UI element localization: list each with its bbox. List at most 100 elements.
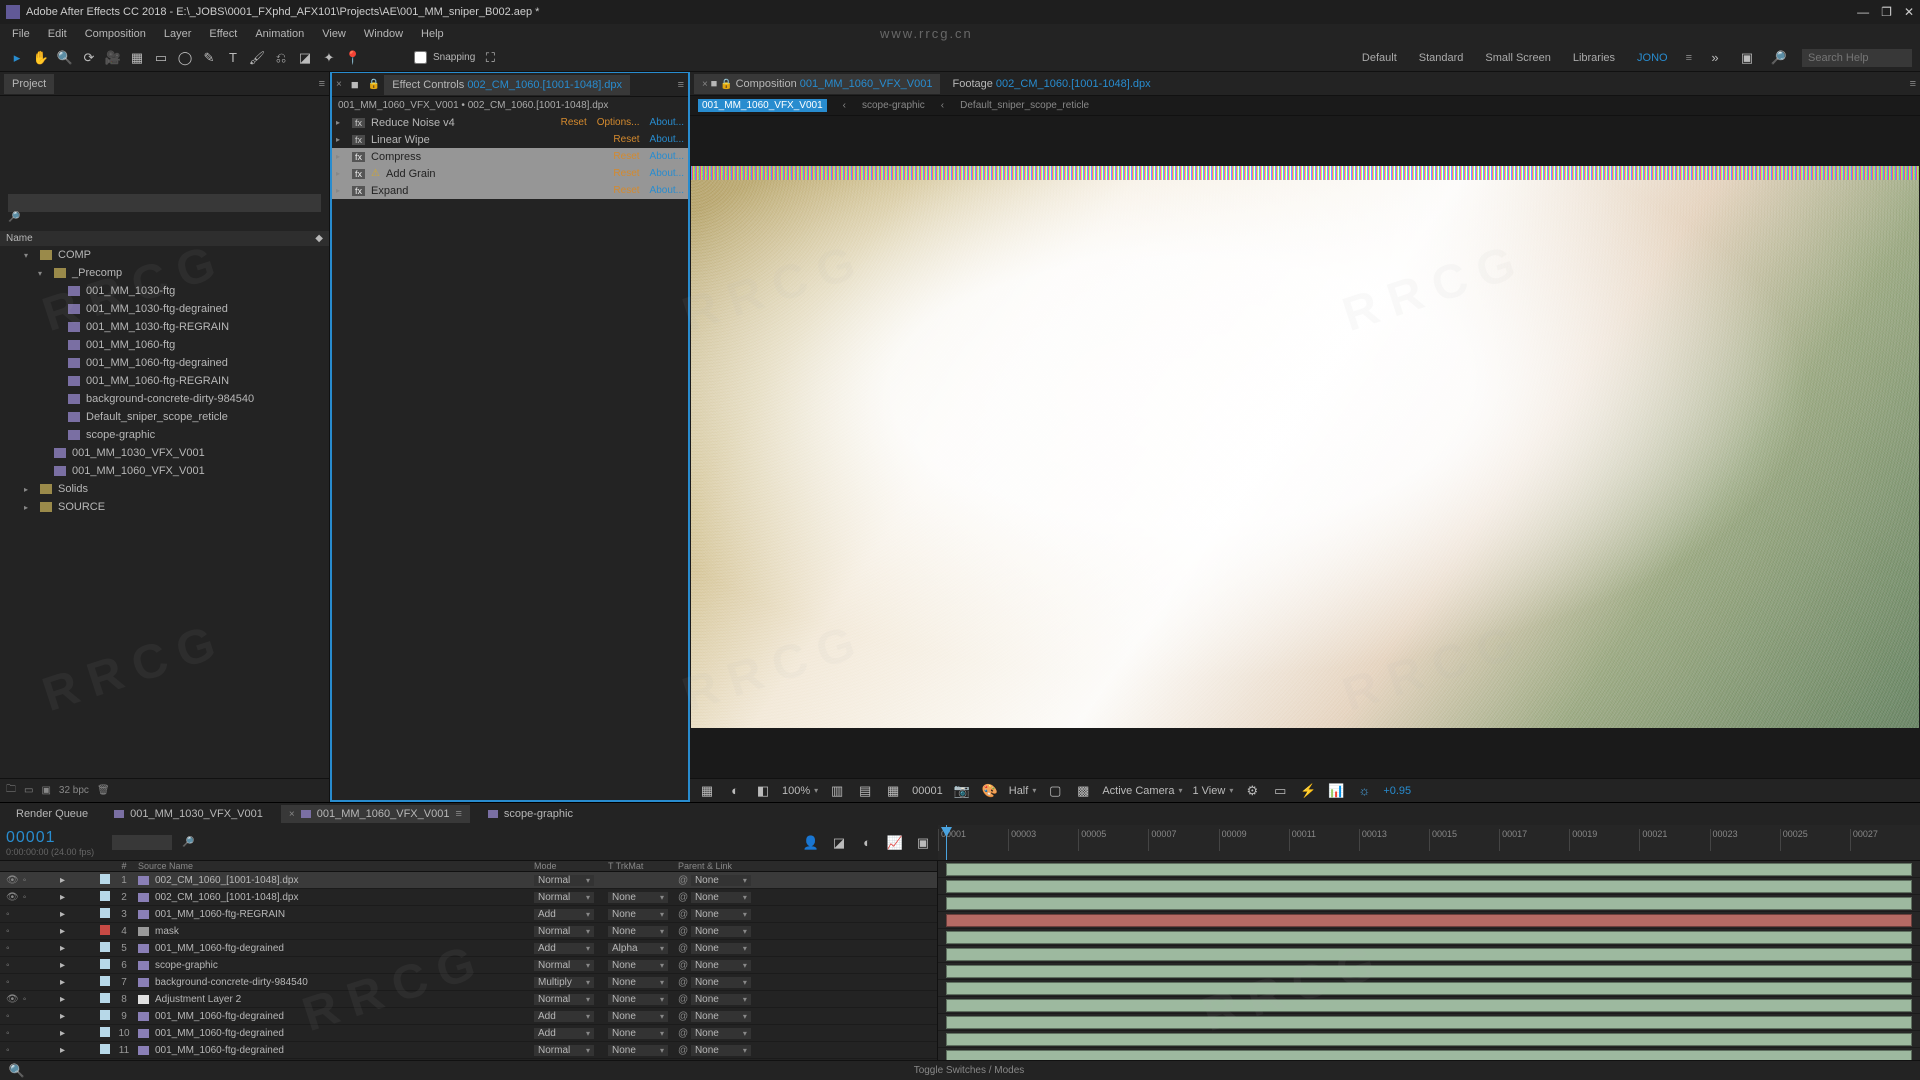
trkmat-dropdown[interactable]: Alpha▾ bbox=[608, 943, 668, 954]
project-item[interactable]: background-concrete-dirty-984540 bbox=[0, 390, 329, 408]
layer-row[interactable]: ◦▸4maskNormal▾None▾@ None▾ bbox=[0, 923, 937, 940]
exposure-icon[interactable]: ☼ bbox=[1355, 782, 1373, 800]
project-item[interactable]: 001_MM_1060_VFX_V001 bbox=[0, 462, 329, 480]
twirl-icon[interactable]: ▸ bbox=[60, 943, 65, 954]
workspace-jono[interactable]: JONO bbox=[1633, 52, 1672, 64]
track-row[interactable] bbox=[938, 997, 1920, 1014]
parent-dropdown[interactable]: None▾ bbox=[691, 977, 751, 988]
layer-row[interactable]: ◦▸3001_MM_1060-ftg-REGRAINAdd▾None▾@ Non… bbox=[0, 906, 937, 923]
effect-about[interactable]: About... bbox=[650, 168, 684, 179]
pickwhip-icon[interactable]: @ bbox=[678, 875, 688, 886]
solo-icon[interactable]: ◦ bbox=[6, 1045, 10, 1056]
comp-tab-lock-icon[interactable]: 🔒 bbox=[720, 79, 735, 90]
layer-row[interactable]: ◦▸9001_MM_1060-ftg-degrainedAdd▾None▾@ N… bbox=[0, 1008, 937, 1025]
trkmat-dropdown[interactable]: None▾ bbox=[608, 1045, 668, 1056]
sync-settings-icon[interactable]: ▣ bbox=[1738, 49, 1756, 67]
graph-editor-icon[interactable]: 📈 bbox=[886, 834, 904, 852]
transparency-icon[interactable]: ▩ bbox=[1074, 782, 1092, 800]
menu-edit[interactable]: Edit bbox=[40, 26, 75, 42]
layer-bar[interactable] bbox=[946, 897, 1912, 910]
solo-icon[interactable]: ◦ bbox=[23, 892, 27, 903]
project-item[interactable]: 001_MM_1060-ftg-REGRAIN bbox=[0, 372, 329, 390]
trkmat-dropdown[interactable]: None▾ bbox=[608, 960, 668, 971]
timeline-tracks[interactable] bbox=[938, 861, 1920, 1060]
effect-about[interactable]: About... bbox=[650, 185, 684, 196]
mask-toggle-icon[interactable]: ◧ bbox=[754, 782, 772, 800]
project-tab[interactable]: Project bbox=[4, 74, 54, 94]
parent-dropdown[interactable]: None▾ bbox=[691, 1045, 751, 1056]
solo-icon[interactable]: ◦ bbox=[6, 977, 10, 988]
comp-tab-snapshot-icon[interactable]: ■ bbox=[711, 78, 721, 90]
trkmat-dropdown[interactable]: None▾ bbox=[608, 1028, 668, 1039]
project-tree[interactable]: ▾COMP▾_Precomp001_MM_1030-ftg001_MM_1030… bbox=[0, 246, 329, 778]
effect-row[interactable]: ▸fxExpandResetAbout... bbox=[332, 182, 688, 199]
roto-tool-icon[interactable]: ✦ bbox=[320, 49, 338, 67]
menu-layer[interactable]: Layer bbox=[156, 26, 200, 42]
timeline-tab[interactable]: 001_MM_1030_VFX_V001 bbox=[106, 805, 271, 823]
blend-mode-dropdown[interactable]: Add▾ bbox=[534, 1011, 594, 1022]
layer-row[interactable]: 👁◦▸1002_CM_1060_[1001-1048].dpxNormal▾@ … bbox=[0, 872, 937, 889]
parent-dropdown[interactable]: None▾ bbox=[691, 1028, 751, 1039]
trkmat-dropdown[interactable]: None▾ bbox=[608, 1011, 668, 1022]
track-row[interactable] bbox=[938, 1014, 1920, 1031]
layer-row[interactable]: ◦▸6scope-graphicNormal▾None▾@ None▾ bbox=[0, 957, 937, 974]
project-item[interactable]: ▸Solids bbox=[0, 480, 329, 498]
layer-bar[interactable] bbox=[946, 1050, 1912, 1060]
pickwhip-icon[interactable]: @ bbox=[678, 1011, 688, 1022]
label-color[interactable] bbox=[100, 908, 110, 918]
menu-animation[interactable]: Animation bbox=[247, 26, 312, 42]
trkmat-dropdown[interactable]: None▾ bbox=[608, 926, 668, 937]
effect-panel-menu-icon[interactable]: ≡ bbox=[678, 79, 684, 91]
layer-bar[interactable] bbox=[946, 982, 1912, 995]
layer-bar[interactable] bbox=[946, 1016, 1912, 1029]
pan-behind-tool-icon[interactable]: ▦ bbox=[128, 49, 146, 67]
solo-icon[interactable]: ◦ bbox=[6, 960, 10, 971]
label-color[interactable] bbox=[100, 976, 110, 986]
blend-mode-dropdown[interactable]: Multiply▾ bbox=[534, 977, 594, 988]
track-row[interactable] bbox=[938, 946, 1920, 963]
fast-preview-icon[interactable]: ⚡ bbox=[1299, 782, 1317, 800]
twirl-icon[interactable]: ▸ bbox=[60, 1011, 65, 1022]
col-mode[interactable]: Mode bbox=[534, 861, 608, 871]
layer-row[interactable]: ◦▸10001_MM_1060-ftg-degrainedAdd▾None▾@ … bbox=[0, 1025, 937, 1042]
effect-row[interactable]: ▸fxLinear WipeResetAbout... bbox=[332, 131, 688, 148]
twirl-icon[interactable]: ▸ bbox=[60, 960, 65, 971]
layer-bar[interactable] bbox=[946, 965, 1912, 978]
workspace-libraries[interactable]: Libraries bbox=[1569, 52, 1619, 64]
ellipse-tool-icon[interactable]: ◯ bbox=[176, 49, 194, 67]
delete-icon[interactable]: 🗑 bbox=[97, 785, 110, 796]
roi-icon[interactable]: ▢ bbox=[1046, 782, 1064, 800]
parent-dropdown[interactable]: None▾ bbox=[691, 943, 751, 954]
effect-reset[interactable]: Reset bbox=[613, 168, 639, 179]
menu-effect[interactable]: Effect bbox=[201, 26, 245, 42]
parent-dropdown[interactable]: None▾ bbox=[691, 926, 751, 937]
label-color[interactable] bbox=[100, 1010, 110, 1020]
solo-icon[interactable]: ◦ bbox=[6, 1011, 10, 1022]
search-help-input[interactable] bbox=[1802, 49, 1912, 67]
project-item[interactable]: scope-graphic bbox=[0, 426, 329, 444]
comp-tab[interactable]: Footage 002_CM_1060.[1001-1048].dpx bbox=[944, 74, 1158, 94]
workspace-default[interactable]: Default bbox=[1358, 52, 1401, 64]
pickwhip-icon[interactable]: @ bbox=[678, 1045, 688, 1056]
pickwhip-icon[interactable]: @ bbox=[678, 994, 688, 1005]
effect-reset[interactable]: Reset bbox=[613, 151, 639, 162]
pixel-aspect-icon[interactable]: ▭ bbox=[1271, 782, 1289, 800]
solo-icon[interactable]: ◦ bbox=[23, 994, 27, 1005]
twirl-icon[interactable]: ▸ bbox=[60, 994, 65, 1005]
effect-reset[interactable]: Reset bbox=[613, 185, 639, 196]
twirl-icon[interactable]: ▸ bbox=[60, 977, 65, 988]
new-comp-icon[interactable]: ▣ bbox=[41, 785, 50, 796]
pickwhip-icon[interactable]: @ bbox=[678, 1028, 688, 1039]
layer-bar[interactable] bbox=[946, 914, 1912, 927]
grid-icon[interactable]: ▤ bbox=[856, 782, 874, 800]
twirl-icon[interactable]: ▸ bbox=[60, 909, 65, 920]
layer-bar[interactable] bbox=[946, 999, 1912, 1012]
channel-icon[interactable]: ◐ bbox=[726, 782, 744, 800]
project-item[interactable]: ▸SOURCE bbox=[0, 498, 329, 516]
parent-dropdown[interactable]: None▾ bbox=[691, 994, 751, 1005]
layer-row[interactable]: ◦▸5001_MM_1060-ftg-degrainedAdd▾Alpha▾@ … bbox=[0, 940, 937, 957]
effect-options[interactable]: Options... bbox=[597, 117, 640, 128]
blend-mode-dropdown[interactable]: Normal▾ bbox=[534, 960, 594, 971]
timeline-tab[interactable]: Render Queue bbox=[8, 805, 96, 823]
new-folder-icon[interactable]: ▭ bbox=[24, 785, 33, 796]
